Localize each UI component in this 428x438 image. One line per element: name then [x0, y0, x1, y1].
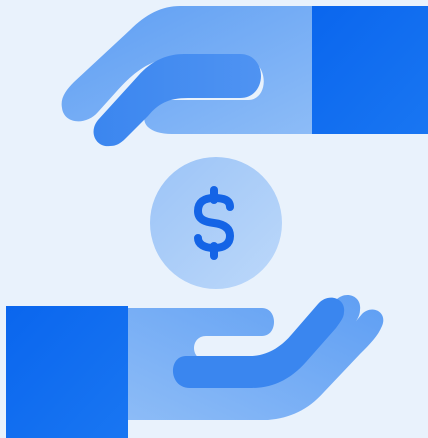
bottom-hand-sleeve — [6, 306, 128, 438]
hand-giving-icon — [61, 6, 428, 147]
dollar-coin-icon — [150, 157, 282, 289]
money-exchange-illustration — [0, 0, 428, 438]
top-hand-sleeve — [312, 6, 428, 134]
dollar-symbol — [194, 186, 234, 260]
illustration-canvas — [6, 6, 428, 438]
hand-receiving-icon — [6, 295, 384, 438]
